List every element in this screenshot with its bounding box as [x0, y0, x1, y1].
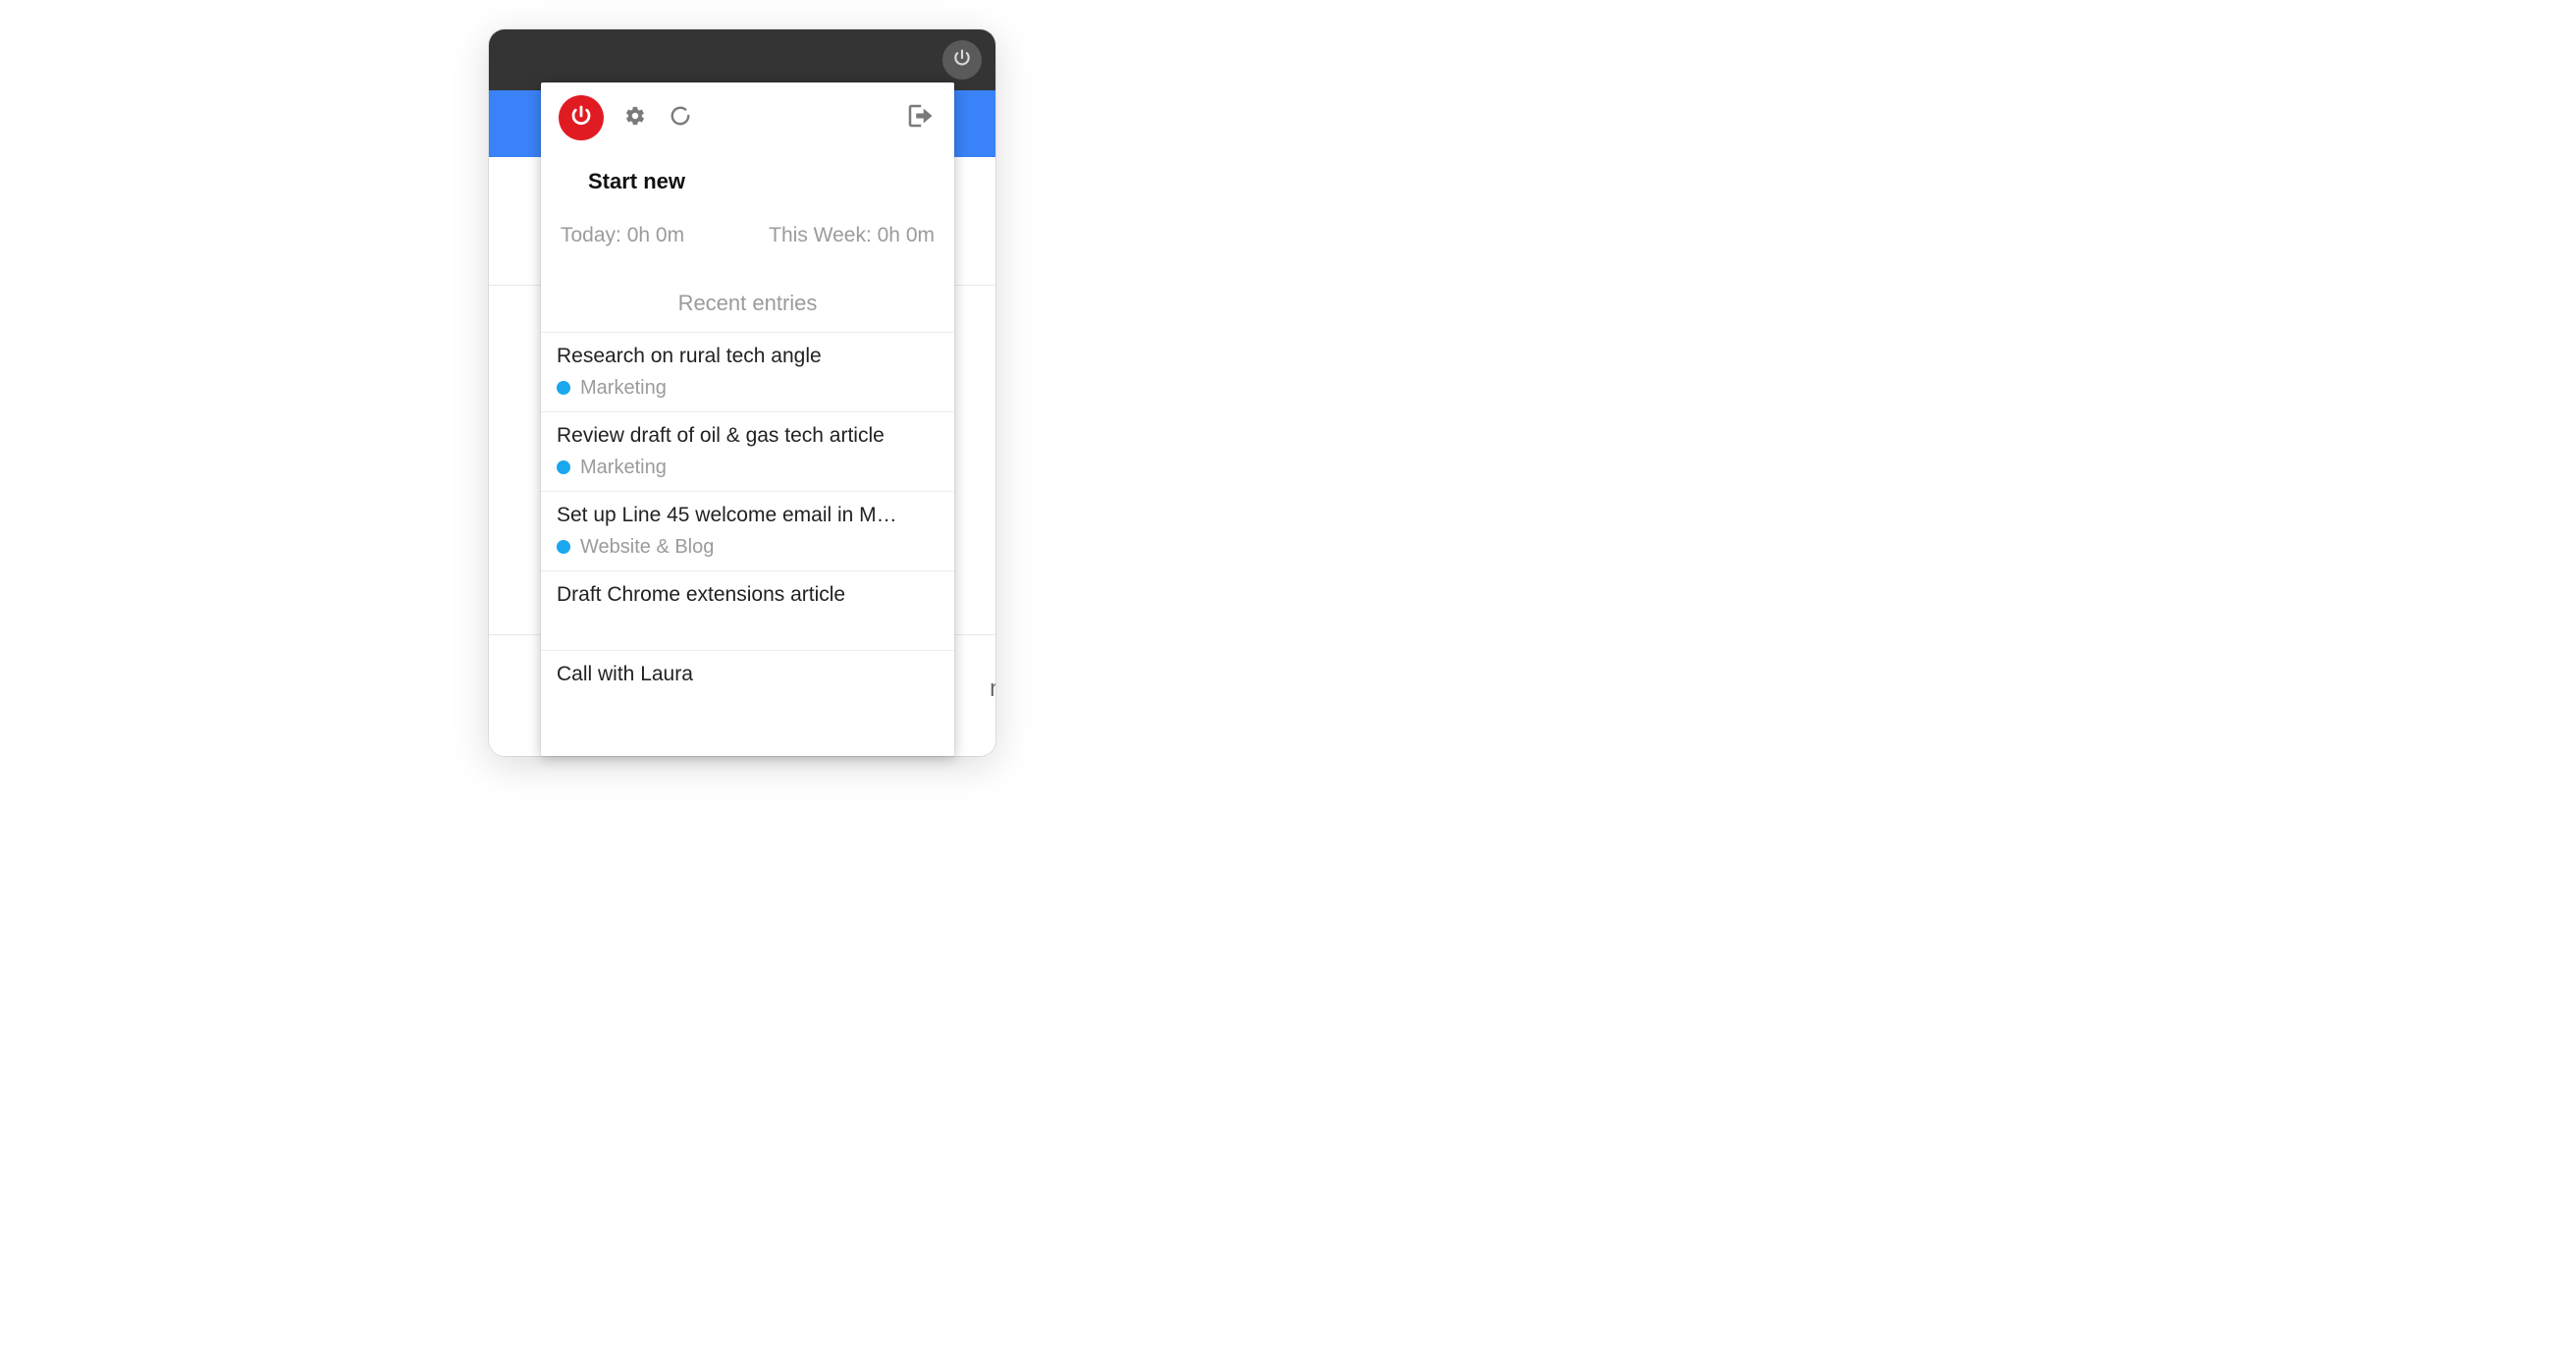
project-color-dot	[557, 381, 570, 395]
project-name: Marketing	[580, 457, 667, 479]
recent-entries-header: Recent entries	[541, 247, 954, 333]
sync-button[interactable]	[667, 104, 694, 132]
recent-entry[interactable]: Call with Laura	[541, 651, 954, 698]
entry-project: Marketing	[557, 376, 939, 400]
bg-text-snippet: mom	[990, 675, 995, 703]
entry-project: Website & Blog	[557, 535, 939, 559]
gear-icon	[624, 105, 646, 132]
logout-icon	[905, 101, 935, 135]
entry-title: Draft Chrome extensions article	[557, 583, 939, 607]
project-name: Website & Blog	[580, 536, 714, 559]
popup-toolbar	[541, 82, 954, 153]
recent-entry[interactable]: Research on rural tech angle Marketing	[541, 333, 954, 412]
start-new-label[interactable]: Start new	[541, 153, 954, 194]
entry-title: Set up Line 45 welcome email in M…	[557, 504, 939, 527]
recent-entry[interactable]: Set up Line 45 welcome email in M… Websi…	[541, 492, 954, 571]
power-icon	[569, 104, 593, 133]
recent-entry[interactable]: Draft Chrome extensions article	[541, 571, 954, 651]
settings-button[interactable]	[621, 104, 649, 132]
project-color-dot	[557, 540, 570, 554]
project-color-dot	[557, 460, 570, 474]
entry-title: Review draft of oil & gas tech article	[557, 424, 939, 448]
loading-icon	[670, 105, 691, 132]
project-name: Marketing	[580, 377, 667, 400]
recent-entries-list: Research on rural tech angle Marketing R…	[541, 333, 954, 698]
logout-button[interactable]	[903, 101, 937, 135]
start-timer-button[interactable]	[559, 95, 604, 140]
today-stat: Today: 0h 0m	[561, 224, 684, 247]
entry-project	[557, 615, 939, 638]
week-stat: This Week: 0h 0m	[769, 224, 935, 247]
time-stats: Today: 0h 0m This Week: 0h 0m	[541, 194, 954, 247]
power-icon	[952, 48, 972, 73]
extension-button[interactable]	[942, 40, 982, 80]
toggl-popup: Start new Today: 0h 0m This Week: 0h 0m …	[541, 82, 954, 756]
entry-title: Call with Laura	[557, 663, 939, 686]
entry-title: Research on rural tech angle	[557, 345, 939, 368]
recent-entry[interactable]: Review draft of oil & gas tech article M…	[541, 412, 954, 492]
browser-titlebar	[489, 29, 995, 90]
entry-project: Marketing	[557, 456, 939, 479]
